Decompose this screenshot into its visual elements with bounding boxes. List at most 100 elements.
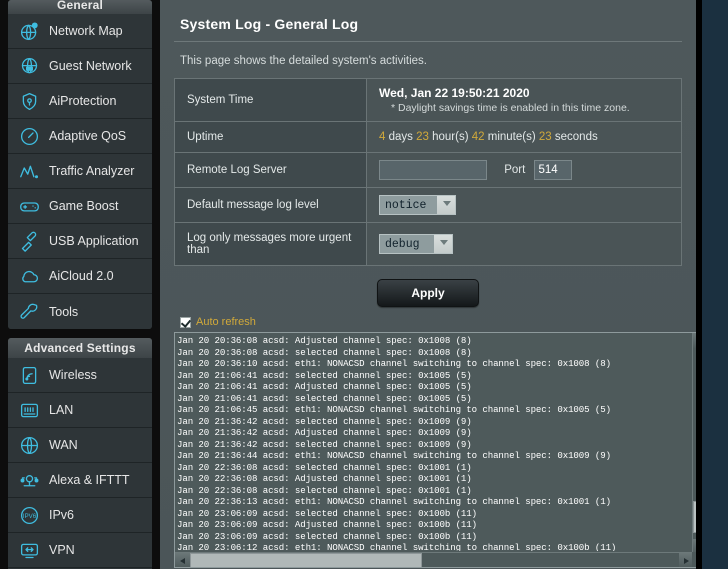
table-row-remote-log-server: Remote Log Server Port [174,152,682,188]
sidebar-item-label: VPN [49,543,75,557]
default-log-level-label: Default message log level [174,187,367,223]
sidebar-item-adaptive-qos[interactable]: Adaptive QoS [8,119,152,154]
log-line[interactable]: Jan 20 22:36:08 acsd: selected channel s… [177,462,677,474]
remote-log-server-value-cell: Port [367,153,682,188]
main-content: System Log - General Log This page shows… [160,0,728,569]
port-input[interactable] [533,160,572,180]
log-text[interactable]: Jan 20 20:36:08 acsd: Adjusted channel s… [177,335,677,551]
apply-button[interactable]: Apply [377,279,479,307]
log-line[interactable]: Jan 20 22:36:08 acsd: Adjusted channel s… [177,473,677,485]
log-line[interactable]: Jan 20 20:36:10 acsd: eth1: NONACSD chan… [177,358,677,370]
default-log-level-value-cell: emergalertcriterrwarningnoticeinfodebug [367,188,682,223]
sidebar-item-traffic-analyzer[interactable]: Traffic Analyzer [8,154,152,189]
ipv6-icon: IPV6 [19,505,40,526]
globe-icon [19,435,40,456]
daylight-savings-note: * Daylight savings time is enabled in th… [391,102,630,114]
sidebar-item-label: AiProtection [49,94,117,108]
log-line[interactable]: Jan 20 21:36:42 acsd: selected channel s… [177,416,677,428]
urgent-log-level-value-cell: emergalertcriterrwarningnoticeinfodebug [367,223,682,266]
sidebar-item-label: IPv6 [49,508,75,522]
log-line[interactable]: Jan 20 23:06:09 acsd: Adjusted channel s… [177,519,677,531]
uptime-days-unit: days [388,131,413,143]
sidebar-item-wireless[interactable]: Wireless [8,358,152,393]
default-log-level-select-wrap: emergalertcriterrwarningnoticeinfodebug [379,195,456,215]
remote-log-server-input[interactable] [379,160,487,180]
log-line[interactable]: Jan 20 20:36:08 acsd: Adjusted channel s… [177,335,677,347]
vpn-icon [19,540,40,561]
log-line[interactable]: Jan 20 21:36:42 acsd: Adjusted channel s… [177,427,677,439]
auto-refresh-checkbox[interactable] [180,316,191,328]
log-line[interactable]: Jan 20 23:06:09 acsd: selected channel s… [177,531,677,543]
sidebar-item-ipv6[interactable]: IPV6 IPv6 [8,498,152,533]
network-map-icon [19,21,40,42]
urgent-log-level-select[interactable]: emergalertcriterrwarningnoticeinfodebug [379,234,453,254]
sidebar-item-game-boost[interactable]: Game Boost [8,189,152,224]
content-panel: System Log - General Log This page shows… [160,0,728,569]
uptime-days: 4 [379,131,386,143]
sidebar-item-label: USB Application [49,234,139,248]
sidebar-item-label: WAN [49,438,78,452]
sidebar-item-usb-application[interactable]: USB Application [8,224,152,259]
sidebar-group-advanced-title: Advanced Settings [8,338,152,358]
log-line[interactable]: Jan 20 21:06:45 acsd: eth1: NONACSD chan… [177,404,677,416]
sidebar-item-aicloud-2-0[interactable]: AiCloud 2.0 [8,259,152,294]
log-line[interactable]: Jan 20 23:06:12 acsd: eth1: NONACSD chan… [177,542,677,551]
router-admin-window: General Network Map Guest Network AiProtec… [0,0,728,569]
uptime-minutes-unit: minute(s) [487,131,536,143]
wrench-icon [19,301,40,322]
auto-refresh-label: Auto refresh [196,316,256,328]
uptime-minutes: 42 [471,131,485,143]
log-output-area[interactable]: Jan 20 20:36:08 acsd: Adjusted channel s… [174,332,708,568]
sidebar-item-label: Guest Network [49,59,132,73]
sidebar-item-alexa-ifttt[interactable]: Alexa & IFTTT [8,463,152,498]
log-line[interactable]: Jan 20 23:06:09 acsd: selected channel s… [177,508,677,520]
sidebar-item-tools[interactable]: Tools [8,294,152,329]
horizontal-scrollbar-thumb[interactable] [190,553,422,567]
table-row-system-time: System Time Wed, Jan 22 19:50:21 2020 * … [174,78,682,122]
apply-row: Apply [174,266,682,316]
log-line[interactable]: Jan 20 22:36:13 acsd: eth1: NONACSD chan… [177,496,677,508]
usb-icon [19,231,40,252]
sidebar-item-label: Wireless [49,368,97,382]
default-log-level-select[interactable]: emergalertcriterrwarningnoticeinfodebug [379,195,456,215]
system-time-label: System Time [174,78,367,122]
log-line[interactable]: Jan 20 21:06:41 acsd: Adjusted channel s… [177,381,677,393]
right-background-strip [702,0,728,569]
log-horizontal-scrollbar[interactable] [175,552,707,567]
system-time-value: Wed, Jan 22 19:50:21 2020 [379,86,530,100]
table-row-urgent-log-level: Log only messages more urgent than emerg… [174,222,682,266]
traffic-chart-icon [19,161,40,182]
scroll-left-icon[interactable] [175,553,190,567]
sidebar-item-lan[interactable]: LAN [8,393,152,428]
sidebar-item-label: Adaptive QoS [49,129,127,143]
log-line[interactable]: Jan 20 21:06:41 acsd: selected channel s… [177,393,677,405]
uptime-seconds-unit: seconds [554,131,598,143]
lan-port-icon [19,400,40,421]
svg-text:IPV6: IPV6 [23,513,37,520]
sidebar-item-vpn[interactable]: VPN [8,533,152,568]
sidebar-item-network-map[interactable]: Network Map [8,14,152,49]
sidebar-item-aiprotection[interactable]: AiProtection [8,84,152,119]
sidebar-item-label: Traffic Analyzer [49,164,135,178]
uptime-value-cell: 4 days 23 hour(s) 42 minute(s) 23 second… [367,122,682,153]
alexa-ifttt-icon [19,470,40,491]
remote-log-server-label: Remote Log Server [174,152,367,188]
urgent-log-level-label: Log only messages more urgent than [174,222,367,266]
log-line[interactable]: Jan 20 21:36:44 acsd: eth1: NONACSD chan… [177,450,677,462]
page-description: This page shows the detailed system's ac… [180,55,428,67]
gamepad-icon [19,196,40,217]
speedometer-icon [19,126,40,147]
log-line[interactable]: Jan 20 21:06:41 acsd: selected channel s… [177,370,677,382]
log-line[interactable]: Jan 20 21:36:42 acsd: selected channel s… [177,439,677,451]
sidebar-item-label: Network Map [49,24,123,38]
shield-icon [19,91,40,112]
sidebar-item-label: Alexa & IFTTT [49,473,130,487]
urgent-log-level-select-wrap: emergalertcriterrwarningnoticeinfodebug [379,234,453,254]
sidebar-item-wan[interactable]: WAN [8,428,152,463]
log-line[interactable]: Jan 20 20:36:08 acsd: selected channel s… [177,347,677,359]
log-line[interactable]: Jan 20 22:36:08 acsd: selected channel s… [177,485,677,497]
sidebar-item-guest-network[interactable]: Guest Network [8,49,152,84]
table-row-uptime: Uptime 4 days 23 hour(s) 42 minute(s) 23… [174,121,682,153]
sidebar-group-general: General Network Map Guest Network AiProtec… [8,0,152,329]
sidebar: General Network Map Guest Network AiProtec… [0,0,160,569]
